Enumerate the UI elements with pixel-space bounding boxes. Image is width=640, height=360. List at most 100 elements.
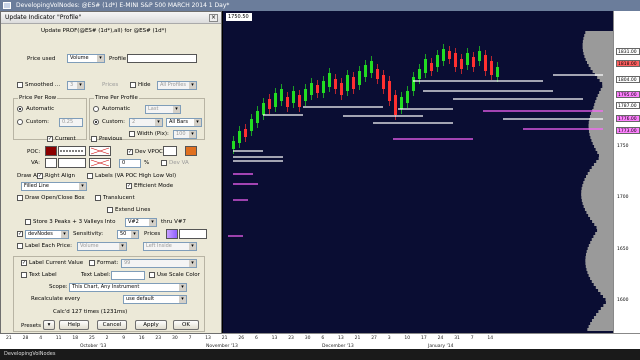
price-per-row-custom-radio[interactable]	[17, 119, 23, 125]
cancel-button[interactable]: Cancel	[97, 320, 127, 330]
price-used-select[interactable]: Volume	[67, 54, 105, 63]
store-var-select[interactable]: V#2	[125, 218, 157, 227]
candle-body	[382, 75, 385, 89]
draw-open-close-checkbox[interactable]	[17, 195, 23, 201]
price-per-row-custom-input[interactable]: 0.25	[59, 118, 83, 127]
dialog-titlebar: Update Indicator "Profile" ×	[1, 12, 221, 24]
x-tick-label: 4	[39, 336, 43, 341]
text-label-input[interactable]	[111, 271, 145, 280]
nodes-line-style[interactable]	[179, 229, 207, 239]
nodes-color-swatch[interactable]	[166, 229, 178, 239]
candle-body	[322, 81, 325, 93]
va-alt-swatch[interactable]	[89, 158, 111, 168]
hide-select[interactable]: All Profiles	[157, 81, 197, 90]
candle-body	[370, 61, 373, 73]
volume-profile-bar	[591, 319, 613, 322]
x-tick-label: 10	[404, 336, 411, 341]
x-tick-label: 23	[288, 336, 294, 341]
width-select[interactable]: 100	[173, 130, 197, 139]
volume-profile-bar	[586, 211, 613, 214]
volume-profile-bar	[583, 52, 613, 55]
candle-body	[268, 99, 271, 109]
volume-profile-bar	[598, 310, 613, 313]
label-each-price-select[interactable]: Volume	[77, 242, 127, 251]
label-position-select[interactable]: Left Inside	[143, 242, 197, 251]
efficient-mode-checkbox[interactable]: ✓	[126, 183, 132, 189]
draw-as-select[interactable]: Filled Line	[21, 182, 87, 191]
dev-vpoc-checkbox[interactable]: ✓	[127, 149, 133, 155]
price-chart[interactable]	[223, 11, 613, 333]
x-tick-label: 24	[437, 336, 444, 341]
volume-profile-bar	[591, 238, 613, 241]
volume-profile-bar	[584, 178, 613, 181]
profile-style-picker[interactable]	[127, 54, 197, 63]
candle-body	[238, 131, 241, 143]
recalc-select[interactable]: use default	[123, 295, 187, 304]
dev-vpoc-style[interactable]	[163, 146, 177, 156]
volume-profile-bar	[599, 79, 613, 82]
nodes-checkbox[interactable]: ✓	[17, 231, 23, 237]
previous-checkbox[interactable]	[91, 136, 97, 142]
sensitivity-select[interactable]: 50	[117, 230, 139, 239]
volume-profile-bar	[598, 157, 613, 160]
volume-profile-bar	[602, 295, 613, 298]
presets-dropdown-button[interactable]: ▾	[43, 320, 55, 330]
pct-unit: %	[144, 160, 150, 166]
volume-profile-bar	[585, 256, 613, 259]
close-icon[interactable]: ×	[209, 14, 218, 22]
candle-body	[454, 53, 457, 67]
label-current-value-checkbox[interactable]: ✓	[21, 260, 27, 266]
app-icon	[3, 2, 11, 9]
x-tick-label: 6	[255, 336, 258, 341]
pct-input[interactable]: 0	[119, 159, 141, 168]
volume-profile-bar	[590, 136, 613, 139]
va-color-swatch[interactable]	[45, 158, 57, 168]
smoothed-checkbox[interactable]	[17, 82, 23, 88]
nodes-select[interactable]: devNodes	[25, 230, 69, 239]
label-each-price-checkbox[interactable]	[17, 243, 23, 249]
poc-alt-swatch[interactable]	[89, 146, 111, 156]
poc-color-swatch[interactable]	[45, 146, 57, 156]
candle-body	[244, 129, 247, 137]
candle-body	[340, 83, 343, 95]
candle-body	[430, 63, 433, 71]
volume-profile-bar	[600, 88, 613, 91]
extend-lines-checkbox[interactable]	[107, 207, 113, 213]
format-checkbox[interactable]	[89, 260, 95, 266]
price-per-row-automatic-radio[interactable]	[17, 106, 23, 112]
help-button[interactable]: Help	[59, 320, 89, 330]
hide-checkbox[interactable]	[130, 82, 136, 88]
time-per-profile-automatic-select[interactable]: Last	[145, 105, 181, 114]
time-per-profile-unit-select[interactable]: All Bars	[166, 118, 202, 127]
scope-label: Scope:	[49, 284, 68, 290]
current-checkbox[interactable]: ✓	[47, 136, 53, 142]
width-checkbox[interactable]	[129, 131, 135, 137]
text-label-checkbox[interactable]	[21, 272, 27, 278]
store-peaks-checkbox[interactable]	[25, 219, 31, 225]
labels-checkbox[interactable]	[87, 173, 93, 179]
price-per-row-custom-label: Custom:	[26, 119, 49, 125]
dev-vpoc-color-swatch[interactable]	[185, 146, 197, 156]
candle-body	[346, 75, 349, 91]
time-per-profile-custom-input[interactable]: 2	[129, 118, 163, 127]
time-per-profile-automatic-radio[interactable]	[93, 106, 99, 112]
right-align-checkbox[interactable]: ✓	[37, 173, 43, 179]
label-current-value-label: Label Current Value	[29, 260, 84, 266]
apply-button[interactable]: Apply	[135, 320, 167, 330]
use-scale-color-checkbox[interactable]	[149, 272, 155, 278]
scope-select[interactable]: This Chart, Any Instrument	[69, 283, 187, 292]
candle-body	[256, 111, 259, 123]
format-select[interactable]: 99	[121, 259, 197, 268]
ok-button[interactable]: OK	[173, 320, 199, 330]
smoothed-select[interactable]: 3	[67, 81, 85, 90]
translucent-checkbox[interactable]	[95, 195, 101, 201]
dev-va-checkbox[interactable]	[161, 160, 167, 166]
poc-line-style[interactable]	[58, 146, 86, 156]
volume-profile-bar	[589, 115, 613, 118]
price-axis[interactable]: 1831.00 1818.00 1804.00 1795.00 1787.00 1776.…	[613, 11, 640, 333]
va-line-style[interactable]	[58, 158, 86, 168]
time-per-profile-custom-radio[interactable]	[93, 119, 99, 125]
x-tick-label: 27	[371, 336, 377, 341]
volume-profile-bar	[597, 76, 613, 79]
dev-va-label: Dev VA	[169, 160, 189, 166]
